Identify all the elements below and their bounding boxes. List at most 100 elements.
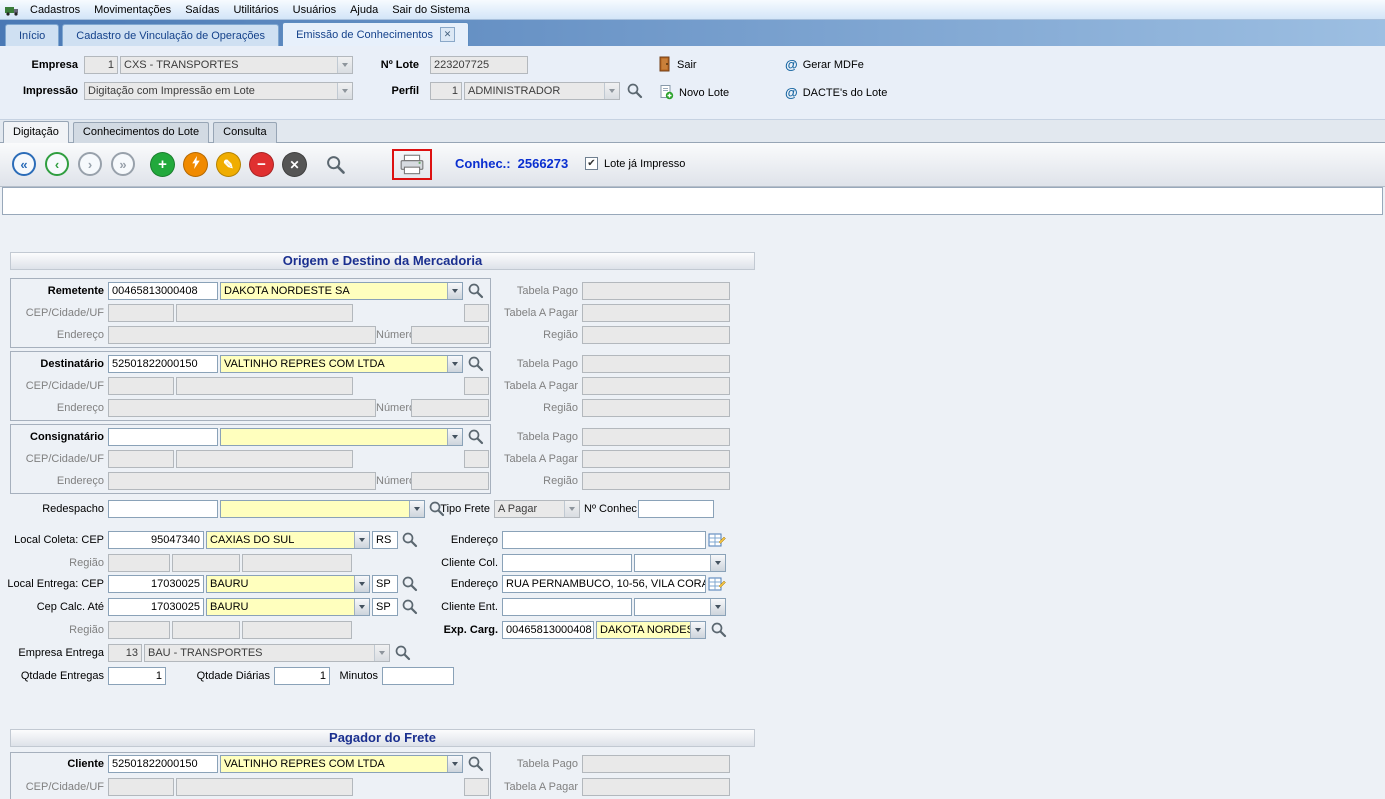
cliente-cnpj-field[interactable]: 52501822000150 [108,755,218,773]
perfil-combo[interactable]: ADMINISTRADOR [464,82,620,100]
lightning-button[interactable] [183,152,208,177]
tab-emissao-conhecimentos[interactable]: Emissão de Conhecimentos ✕ [282,22,469,46]
dropdown-arrow-icon[interactable] [354,532,369,548]
lote-impresso-checkbox[interactable]: ✔ [585,157,598,170]
redespacho-code-field[interactable] [108,500,218,518]
dropdown-arrow-icon[interactable] [354,576,369,592]
add-record-button[interactable]: + [150,152,175,177]
destinatario-search-icon[interactable] [467,355,485,373]
dropdown-arrow-icon[interactable] [447,756,462,772]
empresa-entrega-combo[interactable]: BAU - TRANSPORTES [144,644,390,662]
dropdown-arrow-icon[interactable] [374,645,389,661]
dropdown-arrow-icon[interactable] [447,283,462,299]
cep-calc-uf-field[interactable]: SP [372,598,398,616]
print-button[interactable] [399,154,425,176]
local-coleta-cep-field[interactable]: 95047340 [108,531,204,549]
impressao-combo[interactable]: Digitação com Impressão em Lote [84,82,353,100]
local-coleta-cidade-combo[interactable]: CAXIAS DO SUL [206,531,370,549]
subtab-digitacao[interactable]: Digitação [3,121,69,143]
cliente-name-combo[interactable]: VALTINHO REPRES COM LTDA [220,755,463,773]
tipo-frete-combo[interactable]: A Pagar [494,500,580,518]
menu-movimentacoes[interactable]: Movimentações [87,0,178,20]
cliente-col-field[interactable] [502,554,632,572]
cliente-ent-combo[interactable] [634,598,726,616]
entrega-address-detail-icon[interactable] [708,575,726,593]
delete-record-button[interactable]: − [249,152,274,177]
nav-first-button[interactable]: « [12,152,36,176]
empresa-entrega-search-icon[interactable] [394,644,412,662]
nav-last-button[interactable]: » [111,152,135,176]
destinatario-cnpj-field[interactable]: 52501822000150 [108,355,218,373]
local-entrega-cidade-combo[interactable]: BAURU [206,575,370,593]
cep-calc-cep-field[interactable]: 17030025 [108,598,204,616]
dropdown-arrow-icon[interactable] [447,356,462,372]
numero-label: Número [376,326,408,344]
consignatario-cnpj-field[interactable] [108,428,218,446]
local-entrega-uf-field[interactable]: SP [372,575,398,593]
remetente-name-combo[interactable]: DAKOTA NORDESTE SA [220,282,463,300]
dropdown-arrow-icon[interactable] [337,57,352,73]
menu-saidas[interactable]: Saídas [178,0,226,20]
cep-calc-cidade-combo[interactable]: BAURU [206,598,370,616]
local-coleta-search-icon[interactable] [401,531,419,549]
tabela-a-pagar-label: Tabela A Pagar [492,377,578,395]
perfil-search-icon[interactable] [626,82,644,100]
cliente-col-combo[interactable] [634,554,726,572]
tab-close-icon[interactable]: ✕ [440,27,455,42]
n-conhec-field[interactable] [638,500,714,518]
cep-calc-search-icon[interactable] [401,598,419,616]
cancel-button[interactable]: ✕ [282,152,307,177]
gerar-mdfe-button[interactable]: @ Gerar MDFe [785,56,864,74]
dropdown-arrow-icon[interactable] [710,599,725,615]
dropdown-arrow-icon[interactable] [447,429,462,445]
tab-inicio[interactable]: Início [5,24,59,46]
qtdade-diarias-field[interactable]: 1 [274,667,330,685]
remetente-search-icon[interactable] [467,282,485,300]
exp-carg-cnpj-field[interactable]: 00465813000408 [502,621,594,639]
empresa-combo[interactable]: CXS - TRANSPORTES [120,56,353,74]
qtdade-entregas-field[interactable]: 1 [108,667,166,685]
remetente-group: Remetente 00465813000408 DAKOTA NORDESTE… [0,278,775,348]
search-record-icon[interactable] [325,154,346,178]
form-row: CEP/Cidade/UF Tabela A Pagar [0,450,775,468]
destinatario-name-combo[interactable]: VALTINHO REPRES COM LTDA [220,355,463,373]
nav-prev-button[interactable]: ‹ [45,152,69,176]
nav-next-button[interactable]: › [78,152,102,176]
subtab-consulta[interactable]: Consulta [213,122,276,143]
exp-carg-search-icon[interactable] [710,621,728,639]
coleta-address-detail-icon[interactable] [708,531,726,549]
tab-cadastro-vinculacao[interactable]: Cadastro de Vinculação de Operações [62,24,279,46]
observation-field[interactable] [2,187,1383,215]
minutos-field[interactable] [382,667,454,685]
sair-button[interactable]: Sair [658,56,697,74]
novo-lote-button[interactable]: Novo Lote [658,84,729,102]
redespacho-combo[interactable] [220,500,425,518]
exp-carg-name-combo[interactable]: DAKOTA NORDES [596,621,706,639]
dropdown-arrow-icon[interactable] [690,622,705,638]
local-entrega-search-icon[interactable] [401,575,419,593]
local-entrega-cep-field[interactable]: 17030025 [108,575,204,593]
dropdown-arrow-icon[interactable] [710,555,725,571]
menu-usuarios[interactable]: Usuários [286,0,343,20]
subtab-conhecimentos-do-lote[interactable]: Conhecimentos do Lote [73,122,209,143]
menu-cadastros[interactable]: Cadastros [23,0,87,20]
dropdown-arrow-icon[interactable] [604,83,619,99]
dropdown-arrow-icon[interactable] [409,501,424,517]
dropdown-arrow-icon[interactable] [337,83,352,99]
consignatario-search-icon[interactable] [467,428,485,446]
entrega-endereco-field[interactable]: RUA PERNAMBUCO, 10-56, VILA CORALINA [502,575,706,593]
menu-utilitarios[interactable]: Utilitários [226,0,285,20]
dropdown-arrow-icon[interactable] [354,599,369,615]
consignatario-name-combo[interactable] [220,428,463,446]
local-coleta-uf-field[interactable]: RS [372,531,398,549]
cliente-ent-field[interactable] [502,598,632,616]
menu-ajuda[interactable]: Ajuda [343,0,385,20]
dacte-lote-button[interactable]: @ DACTE's do Lote [785,84,887,102]
menu-sair-do-sistema[interactable]: Sair do Sistema [385,0,477,20]
remetente-cnpj-field[interactable]: 00465813000408 [108,282,218,300]
coleta-endereco-field[interactable] [502,531,706,549]
dropdown-arrow-icon[interactable] [564,501,579,517]
edit-record-button[interactable]: ✎ [216,152,241,177]
cliente-search-icon[interactable] [467,755,485,773]
pencil-icon: ✎ [223,157,234,173]
